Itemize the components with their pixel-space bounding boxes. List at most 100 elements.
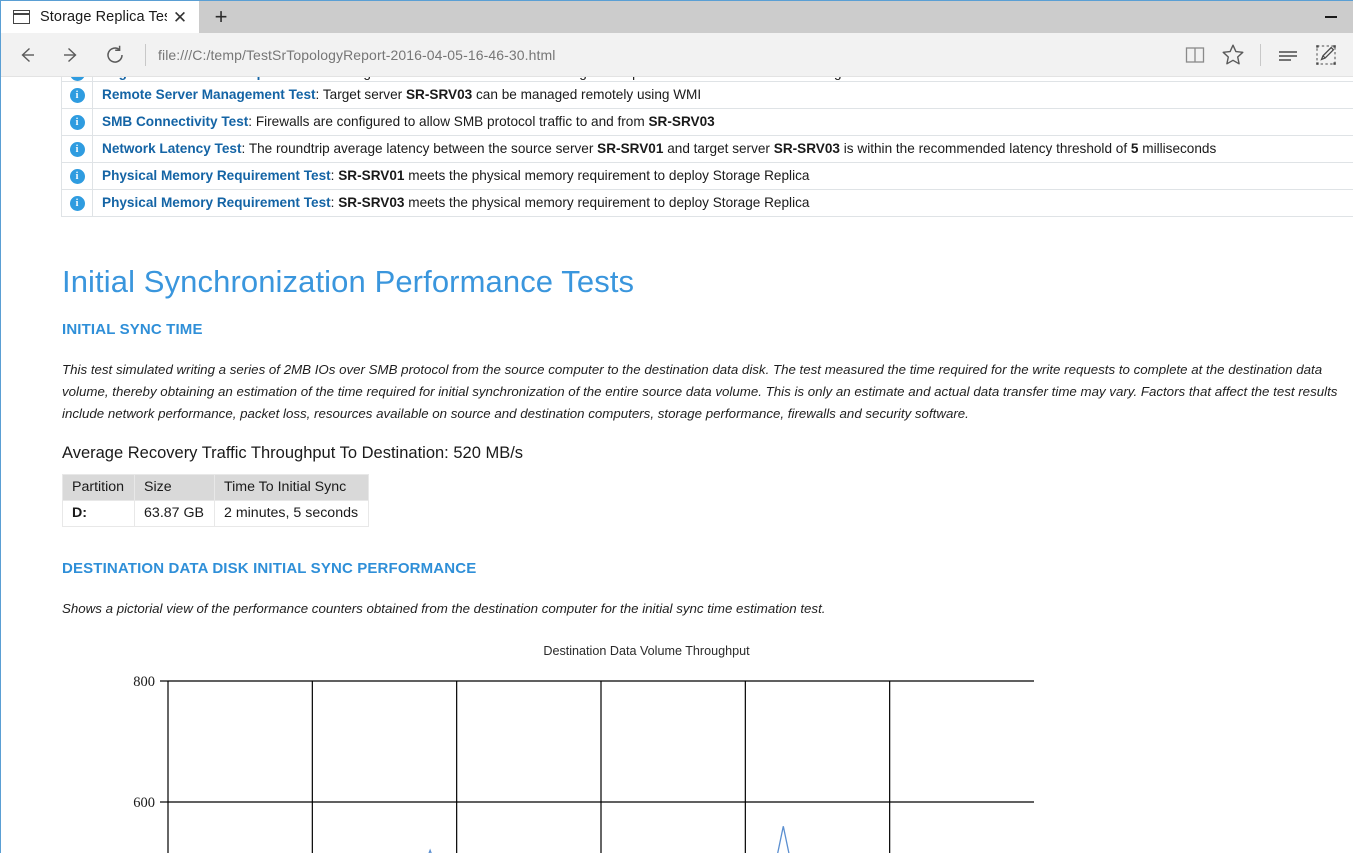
emphasized-value: SR-SRV01 [338,168,404,183]
result-text: and target server [663,141,773,156]
info-icon: i [70,196,85,211]
emphasized-value: 8GB [936,77,964,80]
result-text: meets the physical memory requirement to… [404,195,809,210]
result-text: can be managed remotely using WMI [472,87,701,102]
sync-table-cell: D: [63,501,135,527]
destination-perf-description: Shows a pictorial view of the performanc… [62,598,1343,620]
refresh-icon [104,44,126,66]
chart-y-tick-label: 600 [133,795,155,811]
chart-plot-area: 800 600 [20,671,1353,853]
book-icon [1184,45,1206,65]
result-text: : The roundtrip average latency between … [242,141,598,156]
result-text: : Firewalls are configured to allow SMB … [248,114,648,129]
emphasized-value: SR-SRV01 [597,141,663,156]
result-message-cell: SMB Connectivity Test: Firewalls are con… [93,109,1353,136]
sync-table-header-row: PartitionSizeTime To Initial Sync [63,475,369,501]
result-text: in [435,77,453,80]
chart-title: Destination Data Volume Throughput [1,644,1353,658]
titlebar-drag-area [243,1,1308,33]
sync-time-table: PartitionSizeTime To Initial Sync D:63.8… [62,474,369,527]
test-name-link[interactable]: SMB Connectivity Test [102,114,248,129]
test-name-link[interactable]: Physical Memory Requirement Test [102,168,331,183]
info-icon: i [70,77,85,81]
star-icon [1221,43,1245,66]
toolbar-separator [145,44,146,66]
favorites-button[interactable] [1214,35,1252,75]
page-favicon-icon [13,10,30,24]
back-arrow-icon [16,44,38,66]
average-throughput-text: Average Recovery Traffic Throughput To D… [62,444,1353,463]
result-message-cell: Network Latency Test: The roundtrip aver… [93,136,1353,163]
sync-table-header-cell: Size [135,475,215,501]
info-icon: i [70,88,85,103]
sync-table-cell: 2 minutes, 5 seconds [215,501,369,527]
initial-sync-description: This test simulated writing a series of … [62,359,1343,425]
new-tab-button[interactable]: + [199,1,243,33]
hub-button[interactable] [1269,35,1307,75]
emphasized-value: SR-SRV03 [406,87,472,102]
sync-table-header-cell: Partition [63,475,135,501]
result-status-cell: i [62,163,93,190]
result-message-cell: Remote Server Management Test: Target se… [93,82,1353,109]
chart-svg: 800 600 [20,671,1120,853]
reading-view-button[interactable] [1176,35,1214,75]
page-content: i Log Volume Free Disk Space Test: The lo… [1,77,1353,853]
pencil-note-icon [1314,43,1338,67]
web-note-button[interactable] [1307,35,1345,75]
result-text: milliseconds [1138,141,1216,156]
back-button[interactable] [5,35,49,75]
info-icon: i [70,169,85,184]
result-message-cell: Physical Memory Requirement Test: SR-SRV… [93,163,1353,190]
tab-title: Storage Replica Test Rep [40,9,167,25]
result-text: has enough free space to hold the recomm… [520,77,936,80]
sync-table-cell: 63.87 GB [135,501,215,527]
table-row: i Physical Memory Requirement Test: SR-SR… [62,163,1353,190]
toolbar-right-group [1176,35,1345,75]
result-text: : The log volume [318,77,422,80]
throughput-chart: Destination Data Volume Throughput 80060… [20,644,1353,853]
sync-table-header-cell: Time To Initial Sync [215,475,369,501]
hub-icon [1276,46,1300,64]
browser-window: Storage Replica Test Rep ✕ + [0,0,1353,853]
forward-arrow-icon [60,44,82,66]
test-name-link[interactable]: Network Latency Test [102,141,242,156]
test-name-link[interactable]: Physical Memory Requirement Test [102,195,331,210]
result-message-cell: Physical Memory Requirement Test: SR-SRV… [93,190,1353,217]
result-status-cell: i [62,82,93,109]
page-title: Initial Synchronization Performance Test… [62,264,1353,300]
emphasized-value: SR-SRV03 [774,141,840,156]
emphasized-value: SR-SRV03 [338,195,404,210]
info-icon: i [70,142,85,157]
result-status-cell: i [62,136,93,163]
result-status-cell: i [62,109,93,136]
info-icon: i [70,115,85,130]
address-bar[interactable]: file:///C:/temp/TestSrTopologyReport-201… [158,47,1176,63]
destination-perf-heading: DESTINATION DATA DISK INITIAL SYNC PERFO… [62,560,1353,577]
result-status-cell: i [62,190,93,217]
browser-tab[interactable]: Storage Replica Test Rep ✕ [1,1,199,33]
emphasized-value: SR-SRV03 [453,77,519,80]
test-name-link[interactable]: Log Volume Free Disk Space Test [102,77,318,80]
chart-y-tick-label: 800 [133,674,155,690]
refresh-button[interactable] [93,35,137,75]
forward-button[interactable] [49,35,93,75]
close-tab-icon[interactable]: ✕ [167,4,193,30]
emphasized-value: L: [422,77,435,80]
test-name-link[interactable]: Remote Server Management Test [102,87,316,102]
minimize-button[interactable] [1308,1,1353,33]
test-results-table: i Log Volume Free Disk Space Test: The lo… [61,77,1353,217]
table-row: i Remote Server Management Test: Target s… [62,82,1353,109]
toolbar-divider [1260,44,1261,66]
table-row: i Physical Memory Requirement Test: SR-SR… [62,190,1353,217]
result-text: is within the recommended latency thresh… [840,141,1131,156]
minimize-icon [1325,16,1337,18]
emphasized-value: SR-SRV03 [648,114,714,129]
initial-sync-time-heading: INITIAL SYNC TIME [62,321,1353,338]
browser-toolbar: file:///C:/temp/TestSrTopologyReport-201… [1,33,1353,77]
result-text: meets the physical memory requirement to… [404,168,809,183]
table-row: i Network Latency Test: The roundtrip ave… [62,136,1353,163]
title-bar: Storage Replica Test Rep ✕ + [1,1,1353,33]
result-text: : Target server [316,87,406,102]
sync-table-row: D:63.87 GB2 minutes, 5 seconds [63,501,369,527]
table-row: i SMB Connectivity Test: Firewalls are co… [62,109,1353,136]
